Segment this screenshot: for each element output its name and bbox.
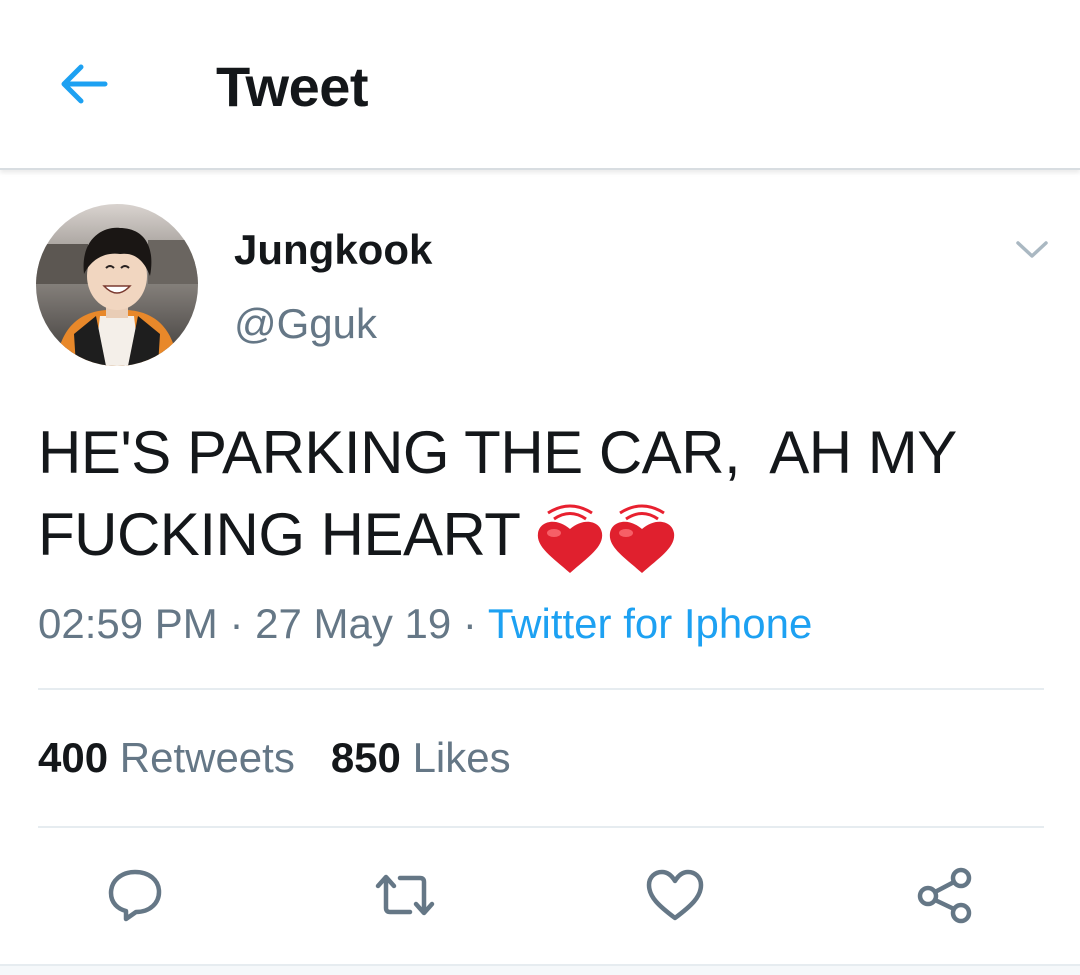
reply-button[interactable] xyxy=(100,860,170,930)
separator: · xyxy=(462,600,477,647)
bottom-divider xyxy=(0,964,1080,975)
author-handle[interactable]: @Gguk xyxy=(234,300,377,348)
back-button[interactable] xyxy=(52,56,116,112)
page-title: Tweet xyxy=(216,55,369,118)
retweets-label: Retweets xyxy=(119,734,295,781)
tweet-date: 27 May 19 xyxy=(255,600,452,647)
like-icon xyxy=(646,869,704,921)
likes-stat[interactable]: 850 Likes xyxy=(331,734,511,781)
retweet-button[interactable] xyxy=(370,860,440,930)
divider xyxy=(38,826,1044,828)
share-button[interactable] xyxy=(910,860,980,930)
retweets-count: 400 xyxy=(38,734,109,781)
tweet-text: HE'S PARKING THE CAR, AH MY FUCKING HEAR… xyxy=(38,412,1048,581)
emoji-group xyxy=(534,492,678,575)
likes-count: 850 xyxy=(330,734,401,781)
tweet-text-line: HE'S PARKING THE CAR, AH MY xyxy=(38,419,957,486)
tweet-text-line: FUCKING HEART xyxy=(38,494,1048,581)
tweet-metadata: 02:59 PM · 27 May 19 · Twitter for Iphon… xyxy=(38,600,812,648)
tweet-text-words: FUCKING HEART xyxy=(38,501,521,568)
arrow-left-icon xyxy=(61,64,108,104)
chevron-down-icon xyxy=(1016,241,1048,258)
like-button[interactable] xyxy=(640,860,710,930)
retweet-icon xyxy=(375,874,435,916)
reply-icon xyxy=(108,869,162,922)
tweet-time: 02:59 PM xyxy=(38,600,218,647)
avatar-photo xyxy=(36,204,198,366)
separator: · xyxy=(229,600,244,647)
action-bar xyxy=(0,860,1080,930)
avatar[interactable] xyxy=(36,204,198,366)
top-bar: Tweet xyxy=(0,0,1080,170)
likes-label: Likes xyxy=(412,734,511,781)
retweets-stat[interactable]: 400 Retweets xyxy=(38,734,295,781)
beating-heart-icon xyxy=(610,504,675,573)
tweet-stats: 400 Retweets 850 Likes xyxy=(38,734,511,782)
tweet-source-link[interactable]: Twitter for Iphone xyxy=(488,600,813,647)
tweet-options-button[interactable] xyxy=(1010,232,1054,268)
beating-heart-icon xyxy=(538,504,603,573)
share-icon xyxy=(917,867,972,924)
author-display-name[interactable]: Jungkook xyxy=(234,226,432,274)
divider xyxy=(38,688,1044,690)
